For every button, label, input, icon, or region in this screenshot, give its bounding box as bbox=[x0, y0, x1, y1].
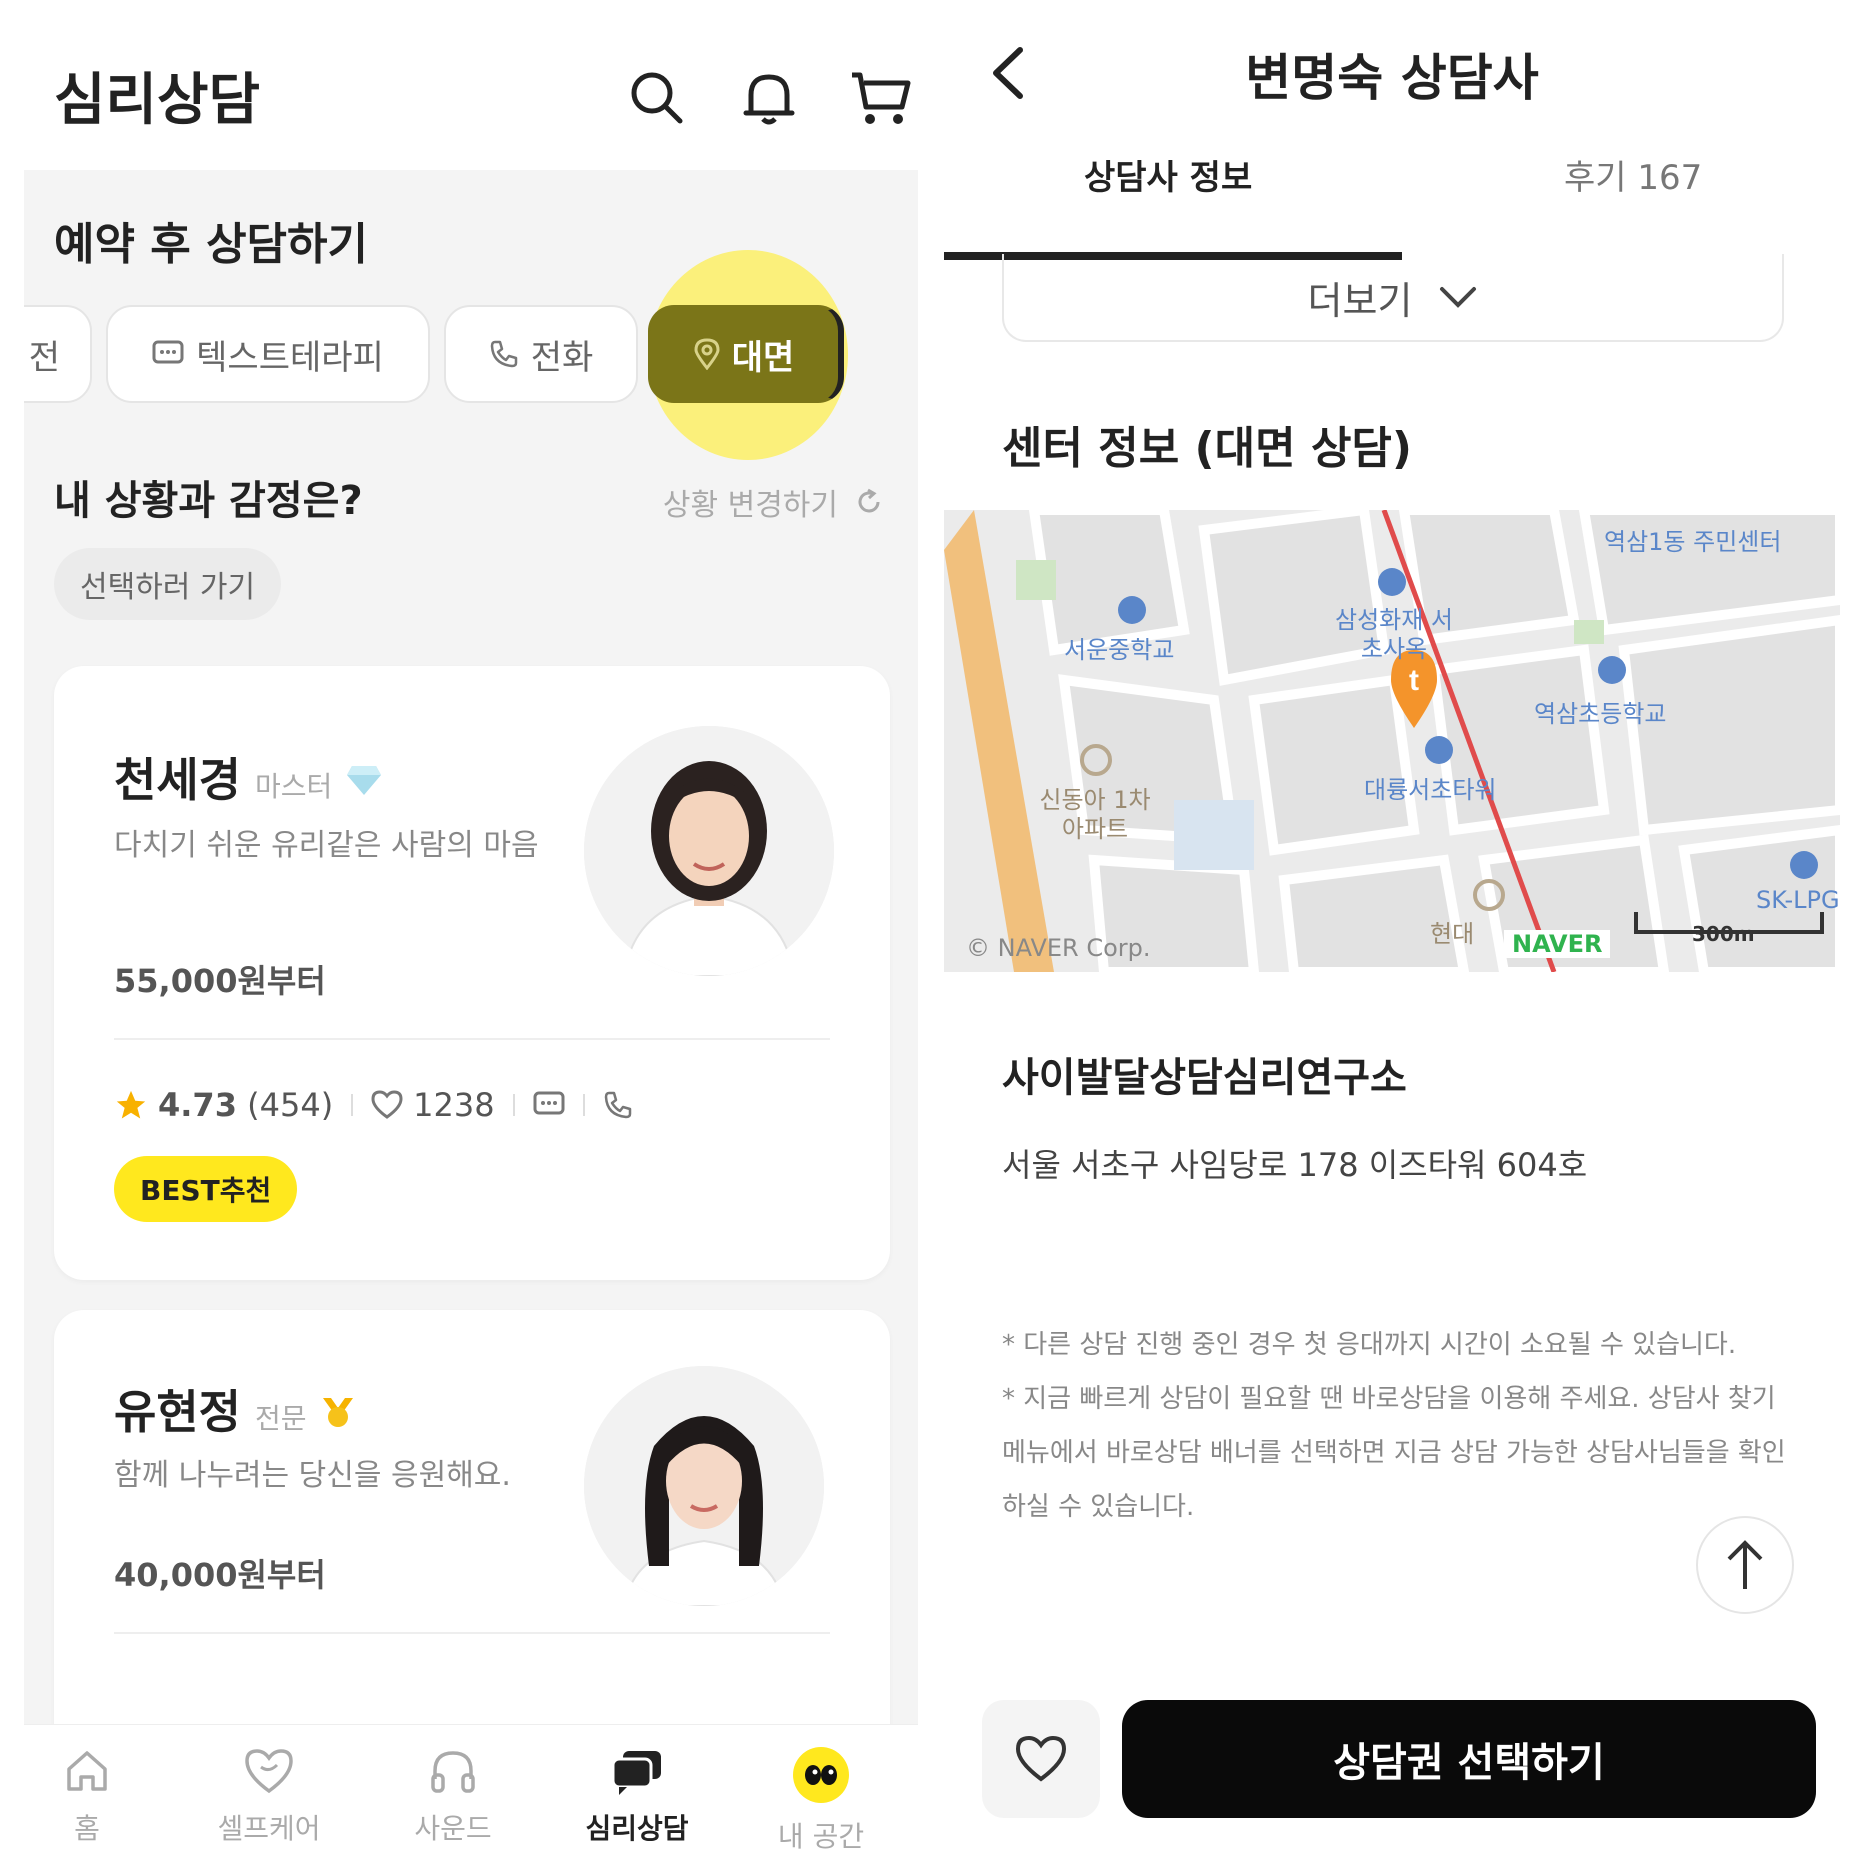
search-icon[interactable] bbox=[624, 65, 690, 131]
separator bbox=[512, 1094, 515, 1116]
center-info-title: 센터 정보 (대면 상담) bbox=[1002, 423, 1413, 474]
separator bbox=[351, 1094, 354, 1116]
cart-icon[interactable] bbox=[848, 65, 914, 131]
location-map[interactable]: t 역삼1동 주민센터 삼성화재 서초사옥 서운중학교 역삼초등학교 신동아 1… bbox=[944, 510, 1840, 972]
nav-my-space[interactable]: 내 공간 bbox=[746, 1745, 896, 1855]
card-divider bbox=[114, 1632, 830, 1634]
star-icon bbox=[116, 1090, 146, 1119]
counselor-detail-screen: 변명숙 상담사 상담사 정보 후기 167 더보기 센터 정보 (대면 상담) bbox=[944, 10, 1840, 1874]
center-name: 사이발달상담심리연구소 bbox=[1002, 1055, 1407, 1101]
chat-bubbles-icon bbox=[611, 1751, 661, 1795]
medal-icon bbox=[322, 1398, 353, 1427]
chip-partial[interactable]: 전 bbox=[24, 305, 92, 403]
more-button[interactable]: 더보기 bbox=[1002, 254, 1784, 342]
headphones-icon bbox=[431, 1751, 475, 1793]
counselor-stats: 4.73 (454) 1238 bbox=[114, 1086, 633, 1124]
favorite-button[interactable] bbox=[982, 1700, 1100, 1818]
heart-care-icon bbox=[245, 1749, 293, 1794]
map-label: 현대 bbox=[1430, 920, 1475, 948]
nav-sound[interactable]: 사운드 bbox=[378, 1745, 528, 1847]
map-label: 삼성화재 서초사옥 bbox=[1334, 606, 1454, 663]
page-title: 심리상담 bbox=[54, 68, 261, 133]
top-header: 심리상담 bbox=[24, 10, 918, 170]
best-badge: BEST추천 bbox=[114, 1156, 298, 1222]
phone-icon bbox=[490, 340, 517, 368]
page-title: 변명숙 상담사 bbox=[1245, 49, 1539, 107]
counselor-name: 유현정 전문 bbox=[114, 1376, 355, 1442]
refresh-icon bbox=[858, 488, 880, 513]
map-label: 서운중학교 bbox=[1064, 636, 1175, 664]
chat-icon bbox=[152, 340, 184, 364]
phone-icon bbox=[604, 1091, 631, 1119]
tab-counselor-info[interactable]: 상담사 정보 bbox=[1084, 150, 1252, 199]
reserve-section-title: 예약 후 상담하기 bbox=[54, 219, 368, 270]
map-label: 역삼초등학교 bbox=[1534, 700, 1667, 728]
change-situation-link[interactable]: 상황 변경하기 bbox=[663, 480, 884, 524]
bottom-navigation: 홈 셀프케어 사운드 심리상담 내 공간 bbox=[24, 1724, 918, 1874]
diamond-icon bbox=[347, 766, 382, 795]
counselor-price: 55,000원부터 bbox=[114, 962, 326, 1000]
heart-icon bbox=[371, 1090, 403, 1119]
map-label: SK-LPG bbox=[1756, 886, 1840, 914]
situation-title: 내 상황과 감정은? bbox=[54, 478, 363, 524]
naver-logo: NAVER bbox=[1504, 930, 1611, 958]
svg-text:t: t bbox=[1409, 664, 1419, 697]
counselor-avatar bbox=[584, 1366, 824, 1606]
home-icon bbox=[67, 1751, 107, 1791]
nav-counseling[interactable]: 심리상담 bbox=[562, 1745, 712, 1847]
bell-icon[interactable] bbox=[736, 65, 802, 131]
arrow-up-icon bbox=[1727, 1540, 1763, 1589]
tab-reviews[interactable]: 후기 167 bbox=[1564, 150, 1702, 199]
select-situation-button[interactable]: 선택하러 가기 bbox=[54, 548, 282, 620]
eyes-icon bbox=[793, 1747, 849, 1803]
method-chips: 전 텍스트테라피 전화 대면 bbox=[24, 305, 918, 415]
chip-in-person[interactable]: 대면 bbox=[648, 305, 844, 403]
map-credit: © NAVER Corp. bbox=[966, 934, 1151, 962]
map-label: 역삼1동 주민센터 bbox=[1604, 528, 1782, 556]
map-label: 대륭서초타워 bbox=[1364, 776, 1497, 804]
separator bbox=[582, 1094, 585, 1116]
select-voucher-button[interactable]: 상담권 선택하기 bbox=[1122, 1700, 1816, 1818]
chat-icon bbox=[533, 1091, 565, 1115]
nav-self-care[interactable]: 셀프케어 bbox=[194, 1745, 344, 1847]
counselor-price: 40,000원부터 bbox=[114, 1556, 326, 1594]
heart-icon bbox=[1015, 1735, 1067, 1782]
location-pin-icon bbox=[694, 338, 720, 370]
counselor-name: 천세경 마스터 bbox=[114, 744, 382, 810]
counselor-card[interactable]: 천세경 마스터 다치기 쉬운 유리같은 사람의 마음 55,000원부터 4.7… bbox=[54, 666, 890, 1280]
nav-home[interactable]: 홈 bbox=[24, 1745, 162, 1847]
counselor-bio: 다치기 쉬운 유리같은 사람의 마음 bbox=[114, 828, 539, 863]
map-background: t bbox=[944, 510, 1840, 972]
counseling-list-screen: 심리상담 예약 후 상담하기 전 텍스트테라피 전화 대면 내 상황과 감정은?… bbox=[24, 10, 918, 1874]
chevron-down-icon bbox=[1440, 287, 1477, 308]
card-divider bbox=[114, 1038, 830, 1040]
counselor-avatar bbox=[584, 726, 834, 976]
chip-text-therapy[interactable]: 텍스트테라피 bbox=[106, 305, 430, 403]
map-scale: 300m bbox=[1692, 922, 1755, 946]
center-address: 서울 서초구 사임당로 178 이즈타워 604호 bbox=[1002, 1146, 1588, 1184]
notice-text: * 다른 상담 진행 중인 경우 첫 응대까지 시간이 소요될 수 있습니다. … bbox=[1002, 1330, 1786, 1522]
map-label: 신동아 1차아파트 bbox=[1039, 786, 1151, 843]
scroll-top-button[interactable] bbox=[1696, 1516, 1794, 1614]
counselor-bio: 함께 나누려는 당신을 응원해요. bbox=[114, 1458, 511, 1493]
chip-phone[interactable]: 전화 bbox=[444, 305, 638, 403]
